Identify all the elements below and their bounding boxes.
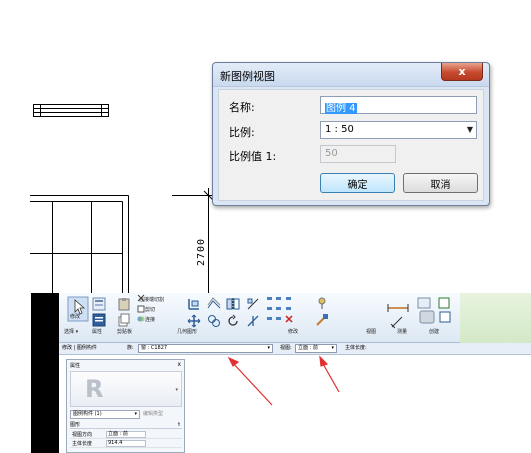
property-row: 视图方向 立面 : 前	[70, 431, 182, 439]
property-value[interactable]: 914.4	[106, 440, 146, 447]
properties-title: 属性	[70, 363, 81, 369]
category-label: 图形	[70, 422, 81, 428]
edit-type-button[interactable]: 编辑类型	[143, 410, 163, 419]
revit-logo-icon: R	[85, 375, 104, 403]
property-key: 视图方向	[72, 432, 93, 438]
chevron-down-icon: ▾	[175, 387, 178, 393]
type-preview: R ▾	[70, 371, 182, 407]
type-selector[interactable]: 图例构件 (1) ▾	[70, 410, 140, 419]
property-value[interactable]: 立面 : 前	[106, 431, 146, 438]
close-icon[interactable]: x	[177, 361, 181, 368]
properties-panel: 属性 x R ▾ 图例构件 (1) ▾ 编辑类型 图形 ⇑ 视图方向 立面 : …	[66, 359, 185, 453]
category-header[interactable]: 图形 ⇑	[70, 422, 182, 429]
chevron-down-icon: ▾	[134, 411, 137, 417]
property-row: 主体长度 914.4	[70, 440, 182, 448]
type-selector-value: 图例构件 (1)	[73, 411, 102, 417]
collapse-icon: ⇑	[176, 422, 181, 428]
property-key: 主体长度	[72, 441, 93, 447]
